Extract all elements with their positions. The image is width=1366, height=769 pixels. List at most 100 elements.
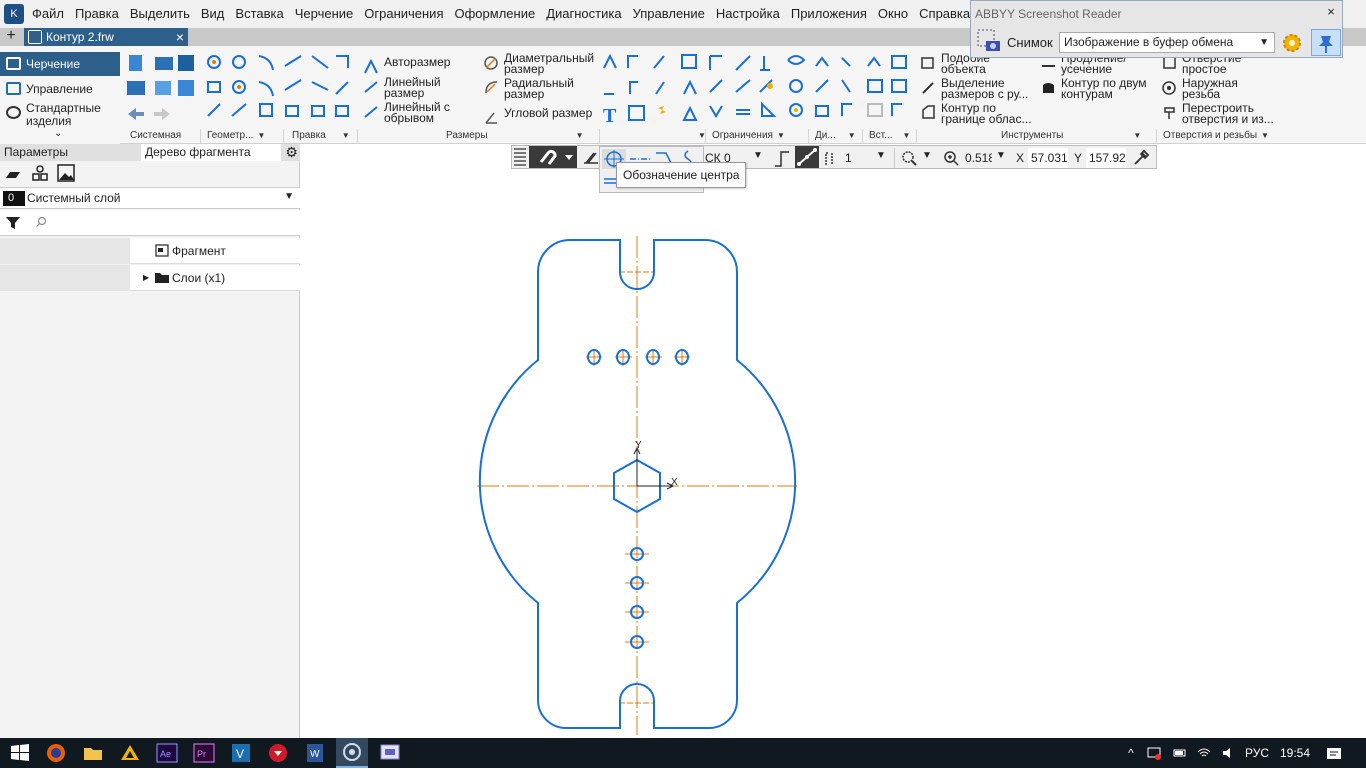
menu-item[interactable]: Диагностика bbox=[546, 0, 621, 28]
tab-parameters[interactable]: Параметры bbox=[0, 144, 140, 161]
capture-mode-select[interactable]: Изображение в буфер обмена ▼ bbox=[1059, 32, 1275, 53]
group-label-diagnostics[interactable]: Ди... ▼ bbox=[808, 129, 862, 143]
menu-item[interactable]: Вид bbox=[201, 0, 225, 28]
group-label-annotation[interactable]: ▼ bbox=[599, 129, 706, 143]
group-label-holes[interactable]: Отверстия и резьбы ▼ bbox=[1156, 129, 1276, 143]
grid-snap-button[interactable] bbox=[795, 146, 819, 168]
chevron-down-icon[interactable]: ▼ bbox=[876, 150, 886, 161]
external-thread-button[interactable]: Наружная резьба bbox=[1162, 77, 1268, 100]
chevron-down-icon[interactable]: ▼ bbox=[922, 150, 932, 161]
group-label-constraints[interactable]: Ограничения ▼ bbox=[705, 129, 808, 143]
drag-handle[interactable] bbox=[514, 148, 526, 168]
menu-item[interactable]: Приложения bbox=[791, 0, 867, 28]
menu-item[interactable]: Окно bbox=[878, 0, 908, 28]
constraints-group-icons[interactable] bbox=[706, 52, 808, 126]
chevron-down-icon[interactable]: ▼ bbox=[996, 150, 1006, 161]
zoom-frame-icon[interactable] bbox=[900, 149, 918, 167]
rebuild-holes-button[interactable]: Перестроить отверстия и из... bbox=[1164, 102, 1278, 125]
group-label-tools[interactable]: Инструменты ▼ bbox=[916, 129, 1156, 143]
pin-button[interactable] bbox=[1311, 29, 1341, 56]
group-label-dimensions[interactable]: Размеры ▼ bbox=[357, 129, 599, 143]
zoom-field[interactable]: 0.518 bbox=[962, 148, 992, 168]
search-input[interactable] bbox=[26, 212, 296, 234]
mode-management[interactable]: Управление bbox=[0, 77, 120, 101]
auto-dimension-button[interactable]: Авторазмер bbox=[364, 56, 450, 74]
clock[interactable]: 19:54 bbox=[1280, 738, 1310, 768]
filter-icon[interactable] bbox=[5, 215, 21, 231]
group-label-geometry[interactable]: Геометр... ▼ bbox=[200, 129, 280, 143]
volume-icon[interactable] bbox=[1221, 746, 1235, 760]
edit-group-icons[interactable] bbox=[282, 52, 354, 126]
tab-fragment-tree[interactable]: Дерево фрагмента bbox=[141, 144, 281, 161]
mode-standard-parts[interactable]: Стандартные изделия bbox=[0, 101, 120, 129]
angular-dimension-button[interactable]: Угловой размер bbox=[485, 107, 592, 124]
tree-item-layers[interactable]: ▶ Слои (х1) bbox=[0, 265, 300, 291]
kompas-logo-icon[interactable]: K bbox=[4, 4, 24, 24]
menu-item[interactable]: Справка bbox=[919, 0, 970, 28]
eyedropper-icon[interactable] bbox=[1132, 149, 1150, 167]
premiere-icon[interactable]: Pr bbox=[192, 741, 216, 765]
linear-break-dimension-button[interactable]: Линейный с обрывом bbox=[364, 101, 470, 124]
word-icon[interactable]: W bbox=[303, 741, 327, 765]
image-icon[interactable] bbox=[57, 164, 75, 182]
hide-icon[interactable] bbox=[5, 166, 21, 182]
zoom-icon[interactable] bbox=[942, 149, 960, 167]
ortho-icon[interactable] bbox=[582, 149, 600, 167]
menu-item[interactable]: Файл bbox=[32, 0, 64, 28]
y-coordinate-field[interactable]: 157.926 bbox=[1086, 148, 1126, 168]
document-tab[interactable]: Контур 2.frw × bbox=[24, 28, 188, 46]
diagnostics-group-icons[interactable] bbox=[812, 52, 862, 126]
menu-item[interactable]: Выделить bbox=[130, 0, 190, 28]
system-group-icons[interactable] bbox=[124, 52, 200, 126]
cursor-step-icon[interactable] bbox=[823, 149, 841, 167]
chevron-down-icon[interactable]: ▼ bbox=[753, 150, 763, 161]
kompas-taskbar-button[interactable] bbox=[336, 738, 368, 768]
linear-dimension-button[interactable]: Линейный размер bbox=[364, 76, 470, 99]
menu-item[interactable]: Оформление bbox=[455, 0, 536, 28]
input-language[interactable]: РУС bbox=[1245, 738, 1269, 768]
expand-arrow-icon[interactable]: ▶ bbox=[143, 273, 149, 282]
geometry-group-icons[interactable] bbox=[204, 52, 278, 126]
structure-icon[interactable] bbox=[31, 164, 49, 182]
snap-magnet-button[interactable] bbox=[529, 146, 577, 168]
abbyy-taskbar-icon[interactable] bbox=[378, 741, 402, 765]
firefox-icon[interactable] bbox=[44, 741, 68, 765]
layer-select[interactable]: 0 Системный слой ▼ bbox=[0, 187, 300, 209]
file-explorer-icon[interactable] bbox=[81, 741, 105, 765]
contour-two-button[interactable]: Контур по двум контурам bbox=[1043, 77, 1157, 100]
group-label-insert[interactable]: Вст... ▼ bbox=[862, 129, 916, 143]
tree-item-fragment[interactable]: Фрагмент bbox=[0, 238, 300, 264]
download-manager-icon[interactable] bbox=[266, 741, 290, 765]
mode-drawing[interactable]: Черчение bbox=[0, 52, 120, 76]
group-label-edit[interactable]: Правка ▼ bbox=[283, 129, 357, 143]
contour-region-button[interactable]: Контур по границе облас... bbox=[922, 102, 1037, 125]
chevron-down-icon[interactable]: ⌄ bbox=[54, 128, 62, 139]
notifications-icon[interactable] bbox=[1326, 746, 1342, 762]
app-triangle-icon[interactable] bbox=[118, 741, 142, 765]
windows-start-icon[interactable] bbox=[8, 741, 32, 765]
radial-dimension-button[interactable]: Радиальный размер bbox=[485, 77, 600, 100]
menu-item[interactable]: Вставка bbox=[235, 0, 283, 28]
menu-item[interactable]: Ограничения bbox=[364, 0, 443, 28]
camera-snapshot-icon[interactable] bbox=[977, 29, 1001, 53]
chevron-up-icon[interactable]: ^ bbox=[1124, 746, 1138, 760]
close-tab-icon[interactable]: × bbox=[176, 28, 184, 46]
diameter-dimension-button[interactable]: Диаметральный размер bbox=[484, 52, 600, 75]
insert-group-icons[interactable] bbox=[864, 52, 914, 126]
menu-item[interactable]: Управление bbox=[633, 0, 705, 28]
menu-item[interactable]: Черчение bbox=[295, 0, 354, 28]
gear-icon[interactable]: ⚙ bbox=[283, 144, 300, 161]
after-effects-icon[interactable]: Ae bbox=[155, 741, 179, 765]
close-icon[interactable]: × bbox=[1324, 5, 1338, 19]
new-document-plus-icon[interactable]: + bbox=[2, 28, 20, 46]
drawing-canvas[interactable]: Y X bbox=[301, 144, 1366, 738]
network-alert-icon[interactable] bbox=[1147, 746, 1161, 760]
step-icon[interactable] bbox=[772, 148, 792, 168]
gear-icon[interactable] bbox=[1281, 32, 1303, 54]
vegas-icon[interactable]: V bbox=[229, 741, 253, 765]
menu-item[interactable]: Правка bbox=[75, 0, 119, 28]
wifi-icon[interactable] bbox=[1197, 746, 1211, 760]
highlight-dimensions-button[interactable]: Выделение размеров с ру... bbox=[922, 77, 1037, 100]
menu-item[interactable]: Настройка bbox=[716, 0, 780, 28]
x-coordinate-field[interactable]: 57.0312 bbox=[1028, 148, 1068, 168]
